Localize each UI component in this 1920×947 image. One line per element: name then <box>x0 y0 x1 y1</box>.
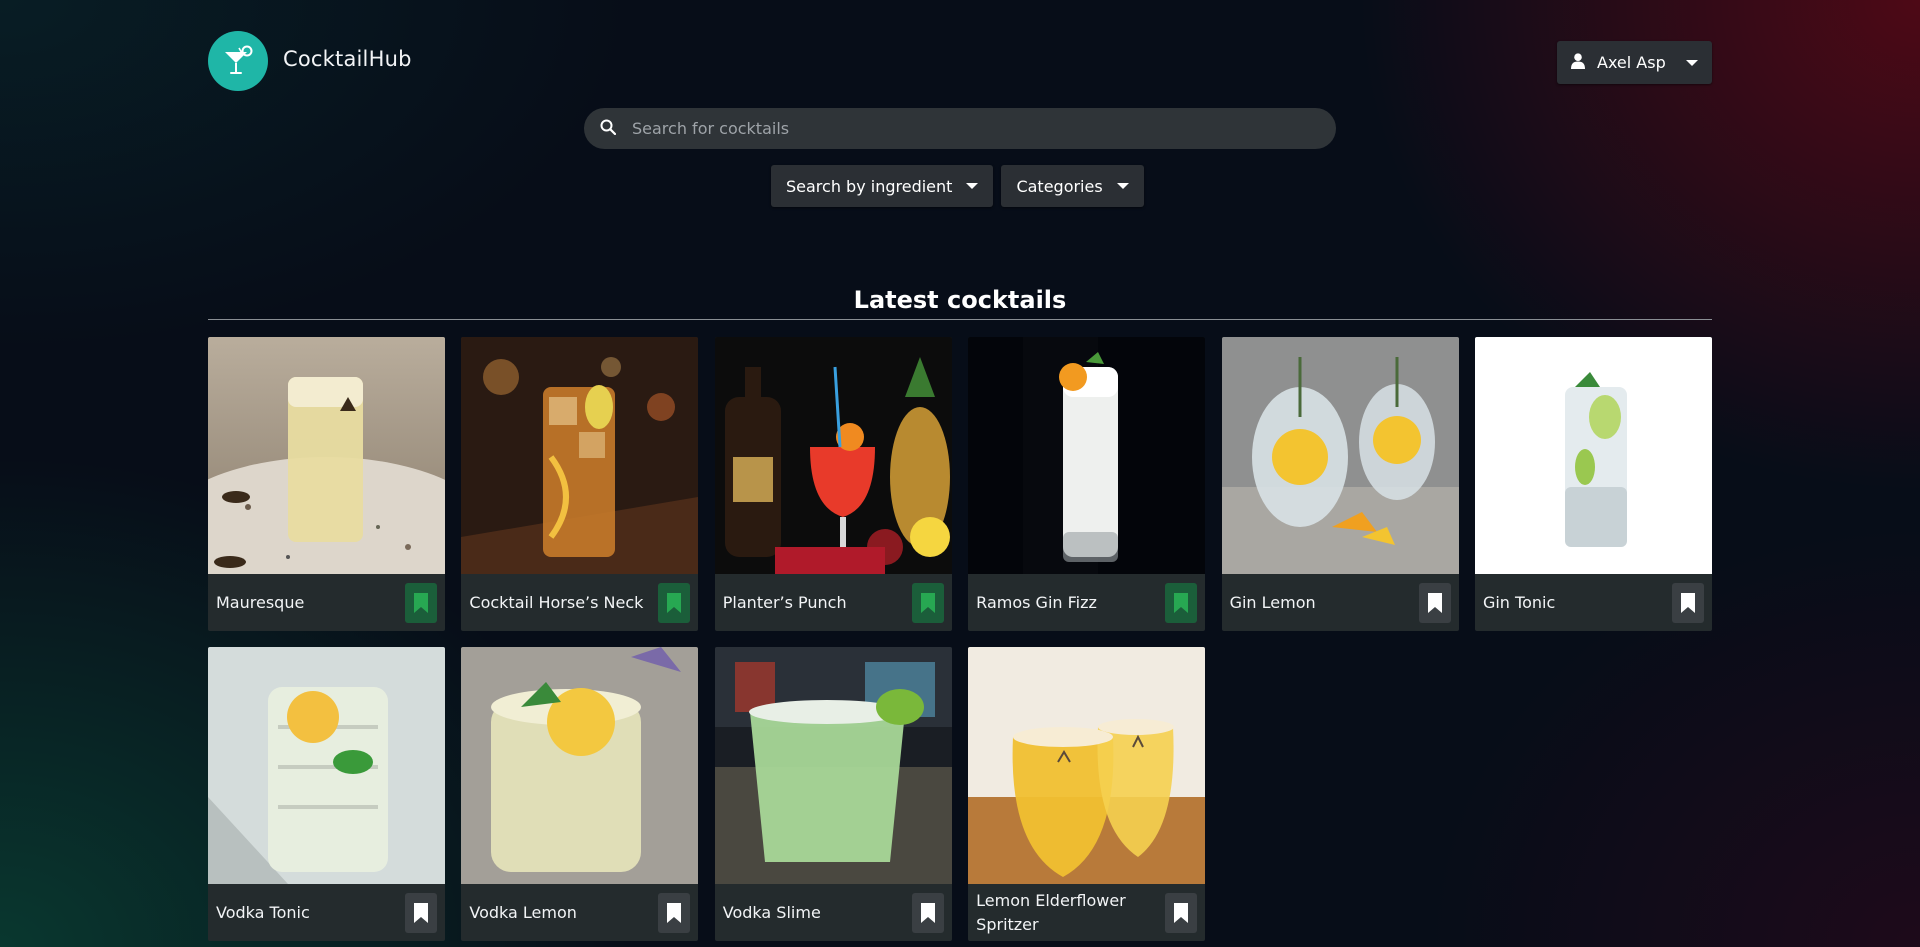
categories-dropdown-label: Categories <box>1016 176 1103 196</box>
cocktail-image <box>461 337 699 574</box>
section-title: Latest cocktails <box>853 286 1067 314</box>
bookmark-button[interactable] <box>1671 582 1704 623</box>
card-footer: Cocktail Horse’s Neck <box>461 574 698 631</box>
user-name: Axel Asp <box>1597 53 1666 72</box>
cocktail-image <box>1474 337 1712 574</box>
filter-bar: Search by ingredient Categories <box>771 165 1144 207</box>
bookmark-button[interactable] <box>405 892 437 933</box>
cocktail-card[interactable]: Mauresque <box>208 337 445 631</box>
card-footer: Gin Lemon <box>1222 574 1459 631</box>
chevron-down-icon <box>966 183 979 189</box>
bookmark-button[interactable] <box>911 582 944 623</box>
cocktail-name: Mauresque <box>216 592 305 612</box>
bookmark-button[interactable] <box>1165 892 1198 933</box>
cocktail-image <box>714 647 952 884</box>
cocktail-image <box>1221 337 1459 574</box>
search-icon <box>600 119 617 139</box>
bookmark-button[interactable] <box>1165 582 1198 623</box>
cocktail-name: Vodka Lemon <box>469 902 577 922</box>
bookmark-icon <box>1427 592 1442 613</box>
card-footer: Lemon Elderflower Spritzer <box>968 884 1205 941</box>
bookmark-icon <box>414 592 428 613</box>
cocktail-name: Gin Lemon <box>1229 592 1316 612</box>
search-bar <box>584 108 1336 149</box>
cocktail-card[interactable]: Vodka Tonic <box>208 647 445 941</box>
brand-name[interactable]: CocktailHub <box>283 47 412 71</box>
bookmark-button[interactable] <box>658 892 691 933</box>
card-footer: Vodka Slime <box>715 884 952 941</box>
cocktail-name: Vodka Tonic <box>216 902 310 922</box>
card-footer: Ramos Gin Fizz <box>968 574 1205 631</box>
cocktail-glass-icon[interactable] <box>208 31 268 91</box>
cocktail-image <box>461 647 699 884</box>
cocktail-card[interactable]: Vodka Lemon <box>461 647 699 941</box>
cocktail-card[interactable]: Gin Tonic <box>1474 337 1712 631</box>
card-footer: Planter’s Punch <box>715 574 952 631</box>
cocktail-name: Ramos Gin Fizz <box>976 592 1097 612</box>
search-by-ingredient-dropdown[interactable]: Search by ingredient <box>771 165 994 207</box>
cocktail-name: Cocktail Horse’s Neck <box>469 592 644 612</box>
cocktail-grid: Mauresque Cocktail Horse’s Neck Planter’… <box>208 337 1712 941</box>
section-divider <box>208 319 1712 320</box>
cocktail-card[interactable]: Lemon Elderflower Spritzer <box>968 647 1206 941</box>
bookmark-icon <box>920 902 935 923</box>
bookmark-icon <box>667 592 682 613</box>
cocktail-card[interactable]: Cocktail Horse’s Neck <box>461 337 699 631</box>
chevron-down-icon <box>1116 183 1129 189</box>
bookmark-button[interactable] <box>658 582 691 623</box>
cocktail-card[interactable]: Vodka Slime <box>714 647 952 941</box>
user-icon <box>1571 52 1585 73</box>
chevron-down-icon <box>1686 59 1698 66</box>
ingredient-dropdown-label: Search by ingredient <box>786 176 953 196</box>
bookmark-button[interactable] <box>405 582 437 623</box>
card-footer: Vodka Tonic <box>208 884 445 941</box>
cocktail-image <box>714 337 952 574</box>
bookmark-icon <box>920 592 935 613</box>
bookmark-icon <box>1680 592 1695 613</box>
cocktail-card[interactable]: Gin Lemon <box>1221 337 1459 631</box>
header: CocktailHub Axel Asp <box>208 31 1712 93</box>
bookmark-button[interactable] <box>911 892 944 933</box>
card-footer: Gin Tonic <box>1475 574 1712 631</box>
cocktail-name: Gin Tonic <box>1482 592 1556 612</box>
bookmark-button[interactable] <box>1418 582 1451 623</box>
cocktail-name: Lemon Elderflower Spritzer <box>976 890 1126 934</box>
cocktail-name: Vodka Slime <box>722 902 821 922</box>
cocktail-image <box>208 647 445 884</box>
bookmark-icon <box>414 902 428 923</box>
cocktail-image <box>208 337 445 574</box>
cocktail-name: Planter’s Punch <box>722 592 847 612</box>
cocktail-card[interactable]: Ramos Gin Fizz <box>968 337 1206 631</box>
cocktail-image <box>968 647 1206 884</box>
bookmark-icon <box>1174 902 1189 923</box>
cocktail-card[interactable]: Planter’s Punch <box>714 337 952 631</box>
card-footer: Mauresque <box>208 574 445 631</box>
categories-dropdown[interactable]: Categories <box>1001 165 1144 207</box>
bookmark-icon <box>667 902 682 923</box>
bookmark-icon <box>1174 592 1189 613</box>
card-footer: Vodka Lemon <box>461 884 698 941</box>
user-menu-button[interactable]: Axel Asp <box>1557 41 1712 84</box>
cocktail-image <box>968 337 1206 574</box>
search-input[interactable] <box>632 119 1320 138</box>
